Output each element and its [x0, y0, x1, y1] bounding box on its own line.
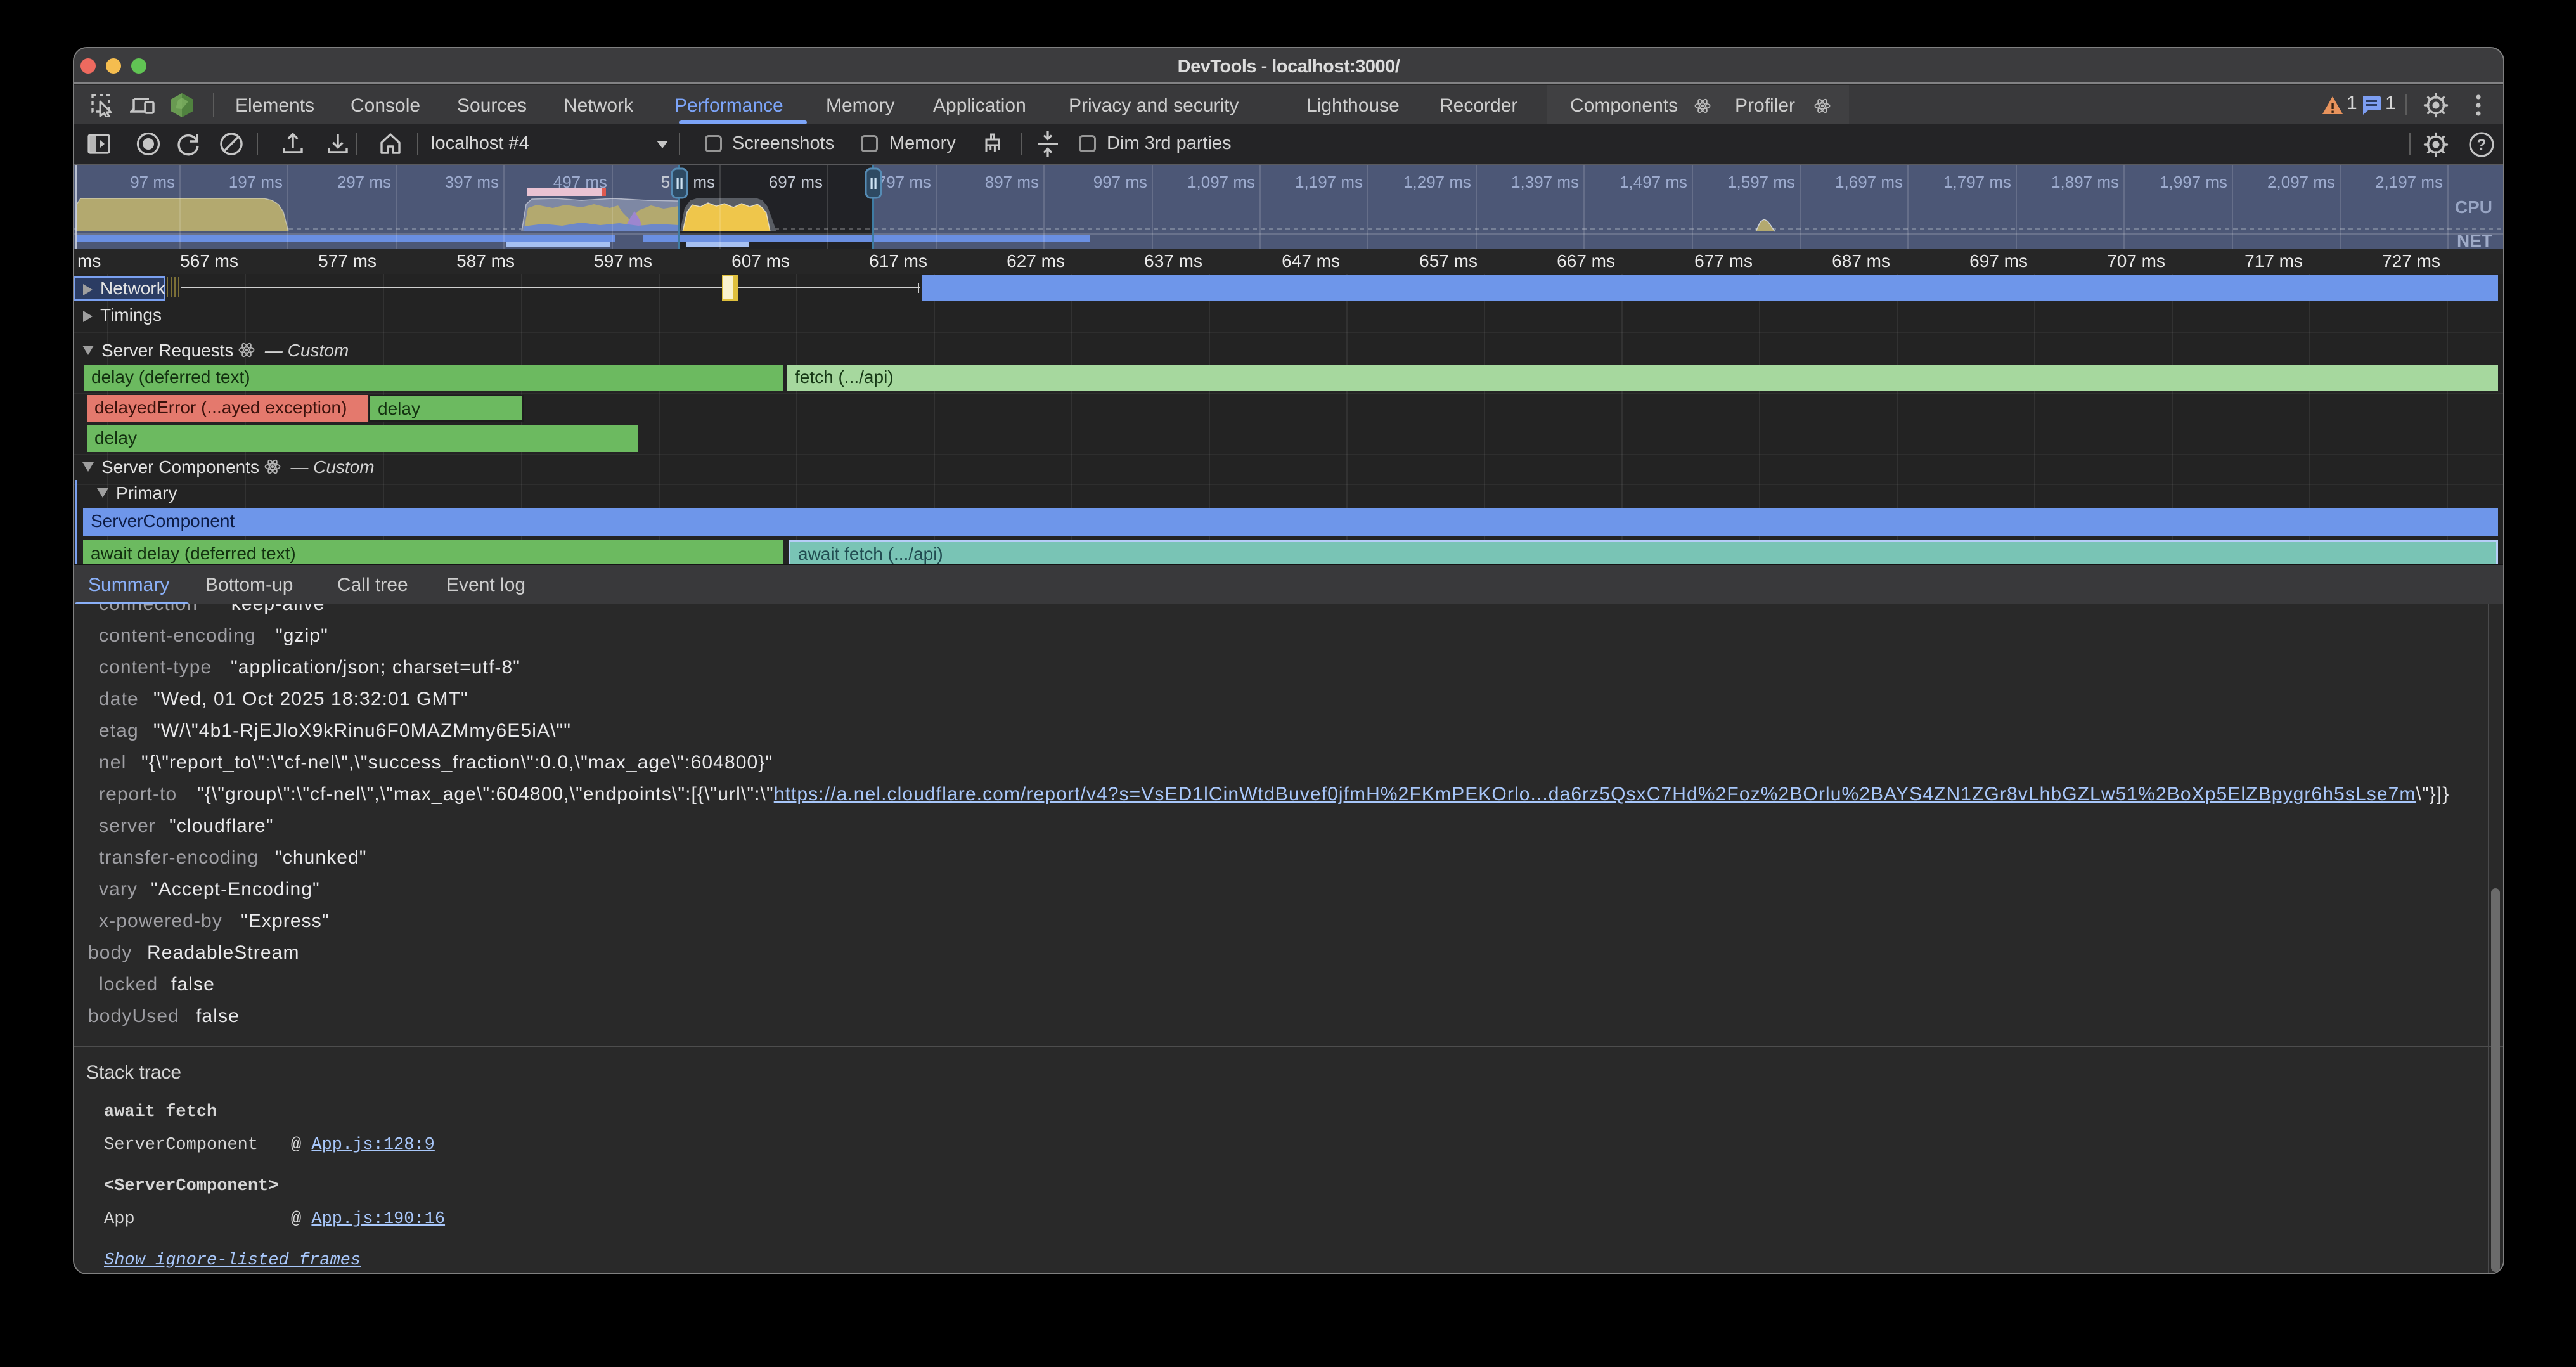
svg-text:1,397 ms: 1,397 ms — [1511, 172, 1579, 191]
svg-text:497 ms: 497 ms — [553, 172, 607, 191]
svg-text:397 ms: 397 ms — [445, 172, 499, 191]
svg-text:1,897 ms: 1,897 ms — [2051, 172, 2119, 191]
svg-text:1,497 ms: 1,497 ms — [1620, 172, 1687, 191]
svg-text:?: ? — [2477, 136, 2487, 153]
svg-text:1,297 ms: 1,297 ms — [1403, 172, 1471, 191]
svg-text:997 ms: 997 ms — [1093, 172, 1147, 191]
svg-text:1,097 ms: 1,097 ms — [1187, 172, 1255, 191]
svg-text:1,597 ms: 1,597 ms — [1727, 172, 1795, 191]
svg-text:2,197 ms: 2,197 ms — [2375, 172, 2443, 191]
svg-text:797 ms: 797 ms — [877, 172, 931, 191]
svg-text:1,997 ms: 1,997 ms — [2160, 172, 2227, 191]
svg-text:NET: NET — [2457, 231, 2492, 249]
svg-text:1,797 ms: 1,797 ms — [1943, 172, 2011, 191]
svg-text:1,697 ms: 1,697 ms — [1835, 172, 1903, 191]
svg-text:297 ms: 297 ms — [337, 172, 391, 191]
svg-text:1,197 ms: 1,197 ms — [1295, 172, 1363, 191]
svg-text:197 ms: 197 ms — [229, 172, 283, 191]
svg-text:897 ms: 897 ms — [985, 172, 1039, 191]
svg-text:CPU: CPU — [2455, 197, 2492, 217]
svg-text:2,097 ms: 2,097 ms — [2267, 172, 2335, 191]
svg-text:697 ms: 697 ms — [769, 172, 823, 191]
svg-text:97 ms: 97 ms — [130, 172, 175, 191]
